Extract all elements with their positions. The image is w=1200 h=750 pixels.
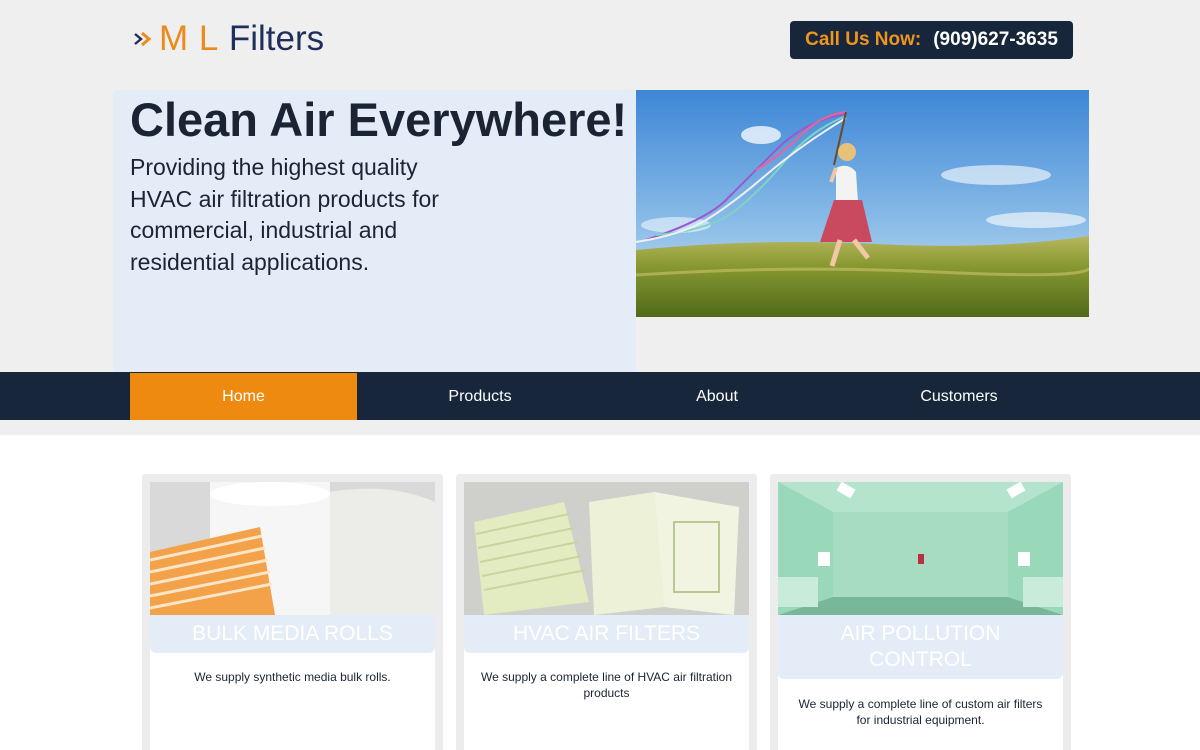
logo-text-filters: Filters bbox=[228, 19, 325, 58]
hero-image-girl-field bbox=[636, 90, 1089, 317]
hero-subtitle: Providing the highest quality HVAC air f… bbox=[130, 154, 439, 275]
card-description: We supply a complete line of HVAC air fi… bbox=[481, 670, 732, 700]
card-title: AIR POLLUTION CONTROL bbox=[778, 615, 1063, 679]
product-card-hvac-filters[interactable]: HVAC AIR FILTERS We supply a complete li… bbox=[456, 474, 757, 750]
main-navigation: Home Products About Customers bbox=[0, 372, 1200, 420]
call-us-banner[interactable]: Call Us Now: (909)627-3635 bbox=[790, 21, 1073, 59]
hvac-air-filters-image bbox=[464, 482, 749, 615]
card-title: HVAC AIR FILTERS bbox=[464, 615, 749, 653]
air-pollution-control-image bbox=[778, 482, 1063, 615]
nav-item-home[interactable]: Home bbox=[130, 373, 357, 420]
product-card-air-pollution[interactable]: AIR POLLUTION CONTROL We supply a comple… bbox=[770, 474, 1071, 750]
card-description: We supply synthetic media bulk rolls. bbox=[194, 670, 391, 684]
double-chevron-right-icon bbox=[134, 31, 156, 47]
hero-title: Clean Air Everywhere! bbox=[130, 93, 628, 146]
card-body: HVAC AIR FILTERS We supply a complete li… bbox=[464, 482, 749, 750]
nav-item-products[interactable]: Products bbox=[380, 373, 580, 420]
nav-item-about[interactable]: About bbox=[617, 373, 817, 420]
card-body: AIR POLLUTION CONTROL We supply a comple… bbox=[778, 482, 1063, 750]
call-us-label: Call Us Now: bbox=[805, 29, 922, 50]
phone-number[interactable]: (909)627-3635 bbox=[933, 29, 1058, 51]
nav-item-customers[interactable]: Customers bbox=[859, 373, 1059, 420]
card-body: BULK MEDIA ROLLS We supply synthetic med… bbox=[150, 482, 435, 750]
product-card-bulk-media[interactable]: BULK MEDIA ROLLS We supply synthetic med… bbox=[142, 474, 443, 750]
card-description: We supply a complete line of custom air … bbox=[798, 697, 1043, 727]
bulk-media-rolls-image bbox=[150, 482, 435, 615]
card-title: BULK MEDIA ROLLS bbox=[150, 615, 435, 653]
logo-text-ml: M L bbox=[159, 19, 219, 58]
site-logo[interactable]: M L Filters bbox=[134, 18, 324, 60]
